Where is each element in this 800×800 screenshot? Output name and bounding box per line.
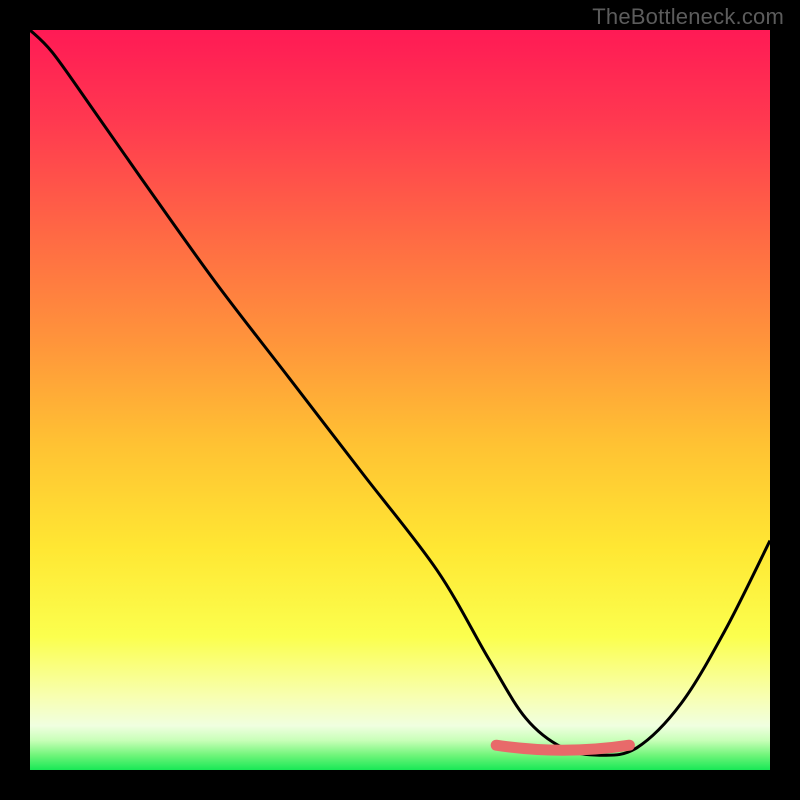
gradient-plot-area: [30, 30, 770, 770]
attribution-text: TheBottleneck.com: [592, 4, 784, 30]
optimal-range-highlight: [496, 745, 629, 750]
bottleneck-chart: [30, 30, 770, 770]
chart-container: TheBottleneck.com: [0, 0, 800, 800]
